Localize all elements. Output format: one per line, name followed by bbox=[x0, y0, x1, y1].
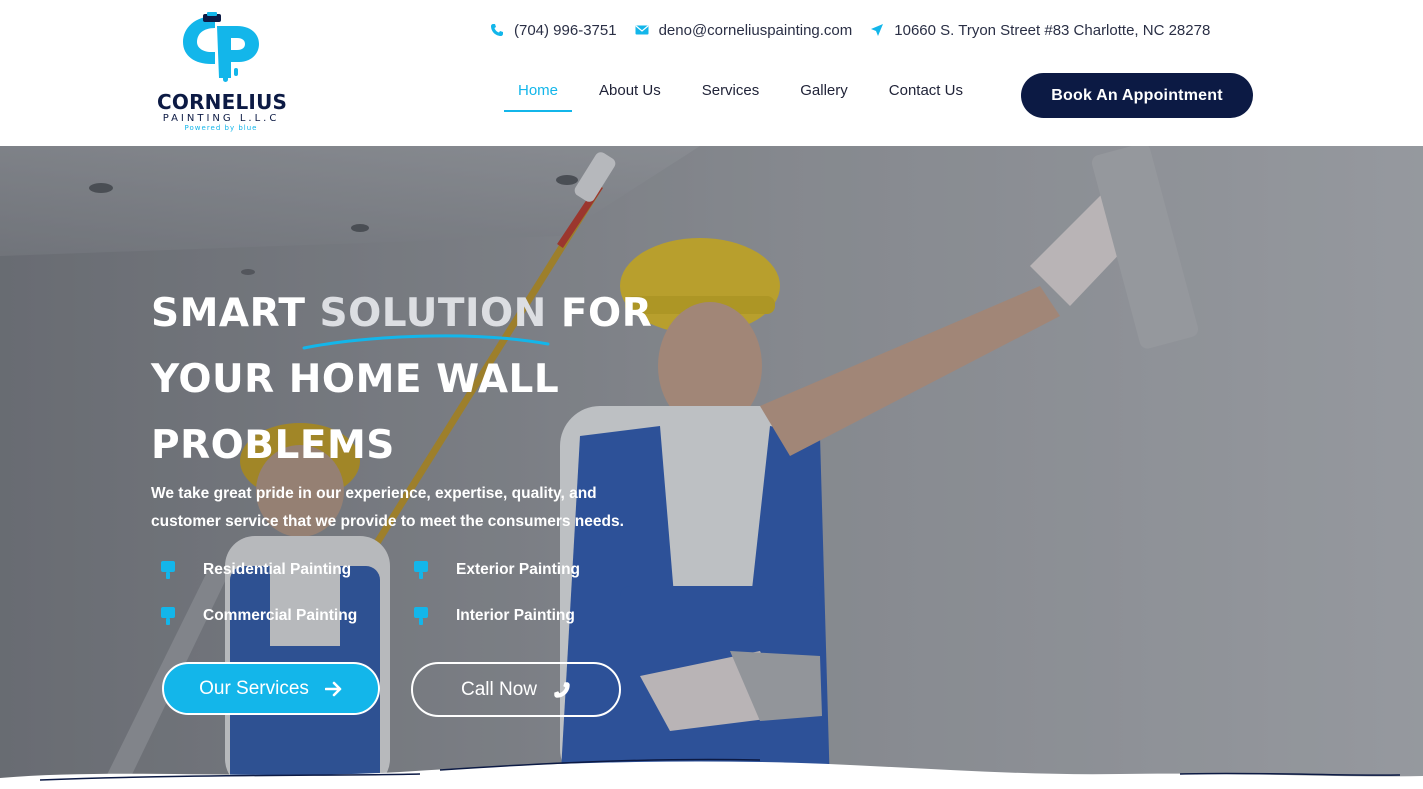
contact-phone-text: (704) 996-3751 bbox=[514, 21, 617, 39]
hero-bottom-wave bbox=[0, 758, 1423, 789]
headline-line-3: PROBLEMS bbox=[151, 423, 395, 468]
hero-description-line-2: customer service that we provide to meet… bbox=[151, 513, 624, 530]
call-now-label: Call Now bbox=[460, 678, 538, 700]
brand-logo[interactable]: CORNELIUS PAINTING L.L.C Powered by blue bbox=[157, 12, 287, 132]
feature-label: Residential Painting bbox=[203, 561, 352, 578]
phone-icon bbox=[554, 681, 570, 698]
hero-description: We take great pride in our experience, e… bbox=[151, 480, 651, 536]
call-now-button[interactable]: Call Now bbox=[411, 662, 621, 717]
nav-item-services[interactable]: Services bbox=[688, 78, 774, 112]
brand-name: CORNELIUS bbox=[157, 90, 288, 114]
nav-item-home[interactable]: Home bbox=[504, 78, 573, 112]
headline-line-2: YOUR HOME WALL bbox=[151, 357, 560, 402]
contact-email[interactable]: deno@corneliuspainting.com bbox=[635, 21, 853, 39]
book-appointment-button[interactable]: Book An Appointment bbox=[1021, 73, 1253, 118]
brand-subtitle: PAINTING L.L.C bbox=[162, 113, 280, 124]
headline-accent-word: SOLUTION bbox=[319, 291, 547, 336]
hero-section: SMART SOLUTION FOR YOUR HOME WALL PROBLE… bbox=[0, 146, 1423, 789]
headline-word-smart: SMART bbox=[151, 291, 306, 336]
nav-item-about[interactable]: About Us bbox=[585, 78, 675, 112]
location-arrow-icon bbox=[871, 24, 884, 36]
contact-phone[interactable]: (704) 996-3751 bbox=[490, 22, 617, 39]
feature-label: Exterior Painting bbox=[456, 561, 581, 578]
hero-description-line-1: We take great pride in our experience, e… bbox=[151, 485, 597, 502]
feature-label: Commercial Painting bbox=[203, 607, 358, 624]
nav-item-contact[interactable]: Contact Us bbox=[875, 78, 977, 112]
envelope-icon bbox=[635, 25, 649, 35]
main-nav: Home About Us Services Gallery Contact U… bbox=[504, 78, 990, 112]
our-services-button[interactable]: Our Services bbox=[162, 662, 380, 715]
feature-interior: Interior Painting bbox=[404, 606, 575, 626]
feature-exterior: Exterior Painting bbox=[404, 560, 580, 580]
paint-brush-icon bbox=[161, 561, 175, 579]
contact-address-text: 10660 S. Tryon Street #83 Charlotte, NC … bbox=[894, 21, 1211, 39]
hero-headline: SMART SOLUTION FOR YOUR HOME WALL PROBLE… bbox=[151, 281, 711, 479]
paint-brush-icon bbox=[414, 607, 428, 625]
contact-bar: (704) 996-3751 deno@corneliuspainting.co… bbox=[490, 18, 1228, 42]
nav-item-gallery[interactable]: Gallery bbox=[786, 78, 862, 112]
paint-brush-icon bbox=[161, 607, 175, 625]
site-header: CORNELIUS PAINTING L.L.C Powered by blue… bbox=[0, 0, 1423, 146]
feature-commercial: Commercial Painting bbox=[151, 606, 357, 626]
contact-address[interactable]: 10660 S. Tryon Street #83 Charlotte, NC … bbox=[870, 22, 1210, 39]
headline-word-for: FOR bbox=[560, 291, 653, 336]
arrow-right-icon bbox=[324, 681, 342, 696]
phone-icon bbox=[491, 24, 503, 36]
feature-residential: Residential Painting bbox=[151, 560, 351, 580]
headline-underline-swoosh bbox=[302, 334, 550, 350]
logo-mark-icon bbox=[183, 12, 259, 82]
feature-label: Interior Painting bbox=[456, 607, 575, 624]
brand-tagline: Powered by blue bbox=[184, 124, 258, 132]
contact-email-text: deno@corneliuspainting.com bbox=[658, 21, 853, 39]
our-services-label: Our Services bbox=[199, 677, 309, 699]
paint-brush-icon bbox=[414, 561, 428, 579]
